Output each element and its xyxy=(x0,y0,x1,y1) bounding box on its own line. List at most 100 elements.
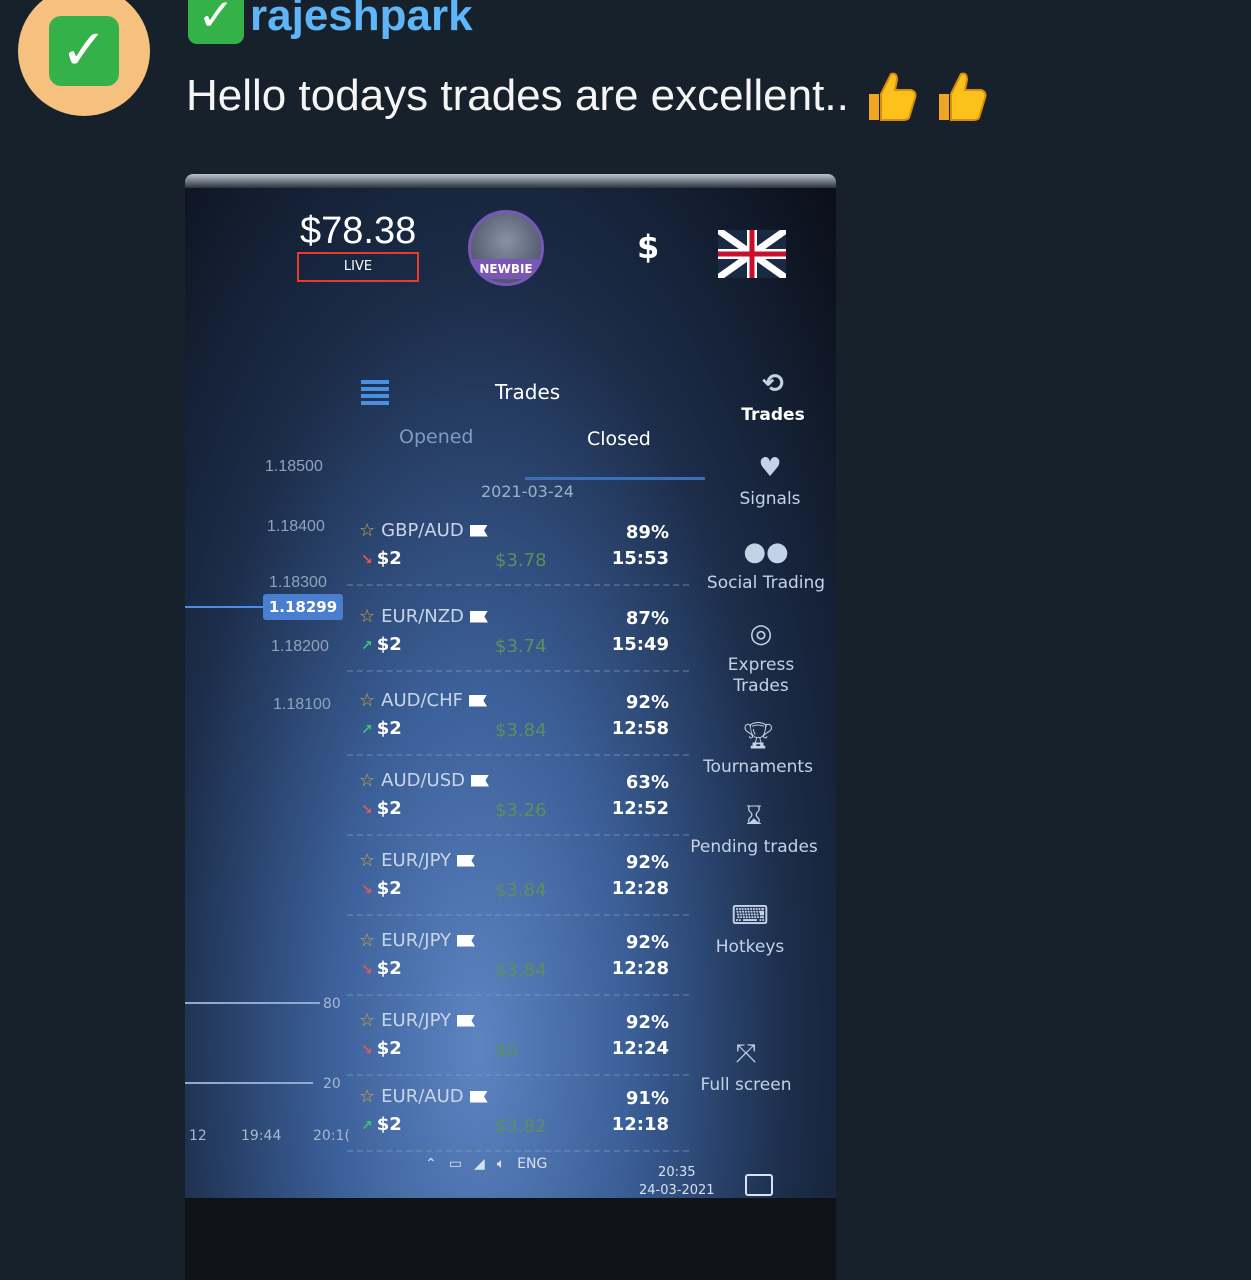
arrow-down-icon: ↘ xyxy=(361,802,373,818)
trade-pair: ☆ EUR/JPY xyxy=(359,850,476,871)
trade-payout: $3.78 xyxy=(495,550,547,571)
trade-row[interactable]: ☆ EUR/NZD ↗ $2 $3.74 87% 15:49 xyxy=(347,592,689,672)
trade-amount: ↗ $2 xyxy=(361,1114,402,1135)
windows-taskbar-tray: ⌃ ▭ ◢ 🔈︎ ENG xyxy=(425,1156,547,1172)
arrow-down-icon: ↘ xyxy=(361,962,373,978)
notification-icon[interactable] xyxy=(745,1174,773,1196)
language-indicator[interactable]: ENG xyxy=(517,1156,547,1172)
trade-percent: 92% xyxy=(625,932,669,953)
pair-label: EUR/JPY xyxy=(381,930,452,951)
sidebar-item-hotkeys[interactable]: ⌨ Hotkeys xyxy=(685,900,815,958)
trade-time: 12:18 xyxy=(611,1114,669,1135)
amount-value: $2 xyxy=(376,878,402,899)
trade-time: 15:53 xyxy=(611,548,669,569)
star-icon[interactable]: ☆ xyxy=(359,930,375,951)
star-icon[interactable]: ☆ xyxy=(359,606,375,627)
sender-username[interactable]: rajeshpark xyxy=(250,0,473,41)
star-icon[interactable]: ☆ xyxy=(359,690,375,711)
pair-label: AUD/USD xyxy=(381,770,466,791)
trade-percent: 91% xyxy=(625,1088,669,1109)
history-icon: ⟲ xyxy=(762,369,784,399)
sidebar-label: Hotkeys xyxy=(715,936,785,957)
trade-pair: ☆ GBP/AUD xyxy=(359,520,488,541)
sidebar-item-trades[interactable]: ⟲ Trades xyxy=(708,368,836,426)
indicator-tick: 20 xyxy=(323,1076,341,1092)
price-tick: 1.18200 xyxy=(271,638,329,655)
trade-payout: $0 xyxy=(495,1040,518,1061)
price-tick: 1.18400 xyxy=(267,518,325,535)
star-icon[interactable]: ☆ xyxy=(359,850,375,871)
level-badge: NEWBIE xyxy=(471,259,541,279)
fullscreen-icon: ⤧ xyxy=(735,1039,757,1069)
trade-percent: 87% xyxy=(625,608,669,629)
trade-pair: ☆ AUD/USD xyxy=(359,770,490,791)
trade-screenshot-photo[interactable]: $78.38 LIVE NEWBIE $ 1.18500 1.18400 1.1… xyxy=(185,174,836,1280)
trade-row[interactable]: ☆ AUD/CHF ↗ $2 $3.84 92% 12:58 xyxy=(347,676,689,756)
trade-amount: ↘ $2 xyxy=(361,878,402,899)
trade-time: 12:52 xyxy=(611,798,669,819)
flag-icon xyxy=(469,1090,488,1103)
trade-percent: 92% xyxy=(625,1012,669,1033)
flag-icon xyxy=(469,694,488,707)
trade-percent: 63% xyxy=(625,772,669,793)
trade-percent: 92% xyxy=(625,692,669,713)
trade-pair: ☆ EUR/NZD xyxy=(359,606,488,627)
clock-time: 20:35 xyxy=(658,1165,696,1180)
trade-time: 15:49 xyxy=(611,634,669,655)
trade-pair: ☆ AUD/CHF xyxy=(359,690,488,711)
chevron-up-icon[interactable]: ⌃ xyxy=(425,1156,437,1172)
message-text: Hello todays trades are excellent.. xyxy=(186,71,849,120)
trade-row[interactable]: ☆ EUR/JPY ↘ $2 $3.84 92% 12:28 xyxy=(347,836,689,916)
star-icon[interactable]: ☆ xyxy=(359,770,375,791)
trade-amount: ↘ $2 xyxy=(361,798,402,819)
trade-pair: ☆ EUR/JPY xyxy=(359,930,476,951)
flag-icon xyxy=(457,854,476,867)
message-text-row: Hello todays trades are excellent.. xyxy=(186,68,989,124)
trade-row[interactable]: ☆ EUR/JPY ↘ $2 $3.84 92% 12:28 xyxy=(347,916,689,996)
arrow-up-icon: ↗ xyxy=(361,638,373,654)
battery-icon[interactable]: ▭ xyxy=(449,1156,462,1172)
arrow-down-icon: ↘ xyxy=(361,882,373,898)
sidebar-item-tournaments[interactable]: 🏆︎ Tournaments xyxy=(693,720,823,778)
sidebar-label: Social Trading xyxy=(706,572,826,593)
taskbar-clock[interactable]: 20:35 24-03-2021 xyxy=(639,1164,715,1200)
trade-payout: $3.84 xyxy=(495,720,547,741)
star-icon[interactable]: ☆ xyxy=(359,520,375,541)
arrow-up-icon: ↗ xyxy=(361,722,373,738)
trades-date: 2021-03-24 xyxy=(481,482,574,501)
list-menu-icon[interactable] xyxy=(361,380,389,405)
price-tick: 1.18300 xyxy=(269,574,327,591)
sender-avatar[interactable]: ✓ xyxy=(18,0,150,116)
sidebar-item-signals[interactable]: ♥ Signals xyxy=(705,452,835,510)
trade-pair: ☆ EUR/JPY xyxy=(359,1010,476,1031)
volume-icon[interactable]: 🔈︎ xyxy=(497,1156,505,1172)
indicator-tick: 80 xyxy=(323,996,341,1012)
trade-time: 12:28 xyxy=(611,958,669,979)
sidebar-item-social-trading[interactable]: ●● Social Trading xyxy=(701,536,831,594)
trade-row[interactable]: ☆ GBP/AUD ↘ $2 $3.78 89% 15:53 xyxy=(347,506,689,586)
star-icon[interactable]: ☆ xyxy=(359,1086,375,1107)
amount-value: $2 xyxy=(376,718,402,739)
account-balance: $78.38 xyxy=(300,210,417,252)
trade-payout: $3.74 xyxy=(495,636,547,657)
sidebar-item-express-trades[interactable]: ◎ Express Trades xyxy=(698,618,824,697)
time-tick: 19:44 xyxy=(241,1128,282,1144)
tab-closed[interactable]: Closed xyxy=(587,428,651,450)
sidebar-item-pending-trades[interactable]: ⌛︎ Pending trades xyxy=(689,800,819,858)
trade-amount: ↗ $2 xyxy=(361,718,402,739)
star-icon[interactable]: ☆ xyxy=(359,1010,375,1031)
tab-opened[interactable]: Opened xyxy=(399,426,474,448)
panel-title: Trades xyxy=(495,380,561,404)
currency-symbol: $ xyxy=(637,228,660,266)
sidebar-item-full-screen[interactable]: ⤧ Full screen xyxy=(681,1038,811,1096)
photo-edge xyxy=(185,174,836,188)
arrow-down-icon: ↘ xyxy=(361,1042,373,1058)
trade-row[interactable]: ☆ EUR/JPY ↘ $2 $0 92% 12:24 xyxy=(347,996,689,1076)
pair-label: AUD/CHF xyxy=(381,690,464,711)
trade-percent: 92% xyxy=(625,852,669,873)
flag-icon xyxy=(469,524,488,537)
wifi-icon[interactable]: ◢ xyxy=(474,1156,485,1172)
trade-time: 12:28 xyxy=(611,878,669,899)
trade-row[interactable]: ☆ AUD/USD ↘ $2 $3.26 63% 12:52 xyxy=(347,756,689,836)
trade-row[interactable]: ☆ EUR/AUD ↗ $2 $3.82 91% 12:18 xyxy=(347,1072,689,1152)
